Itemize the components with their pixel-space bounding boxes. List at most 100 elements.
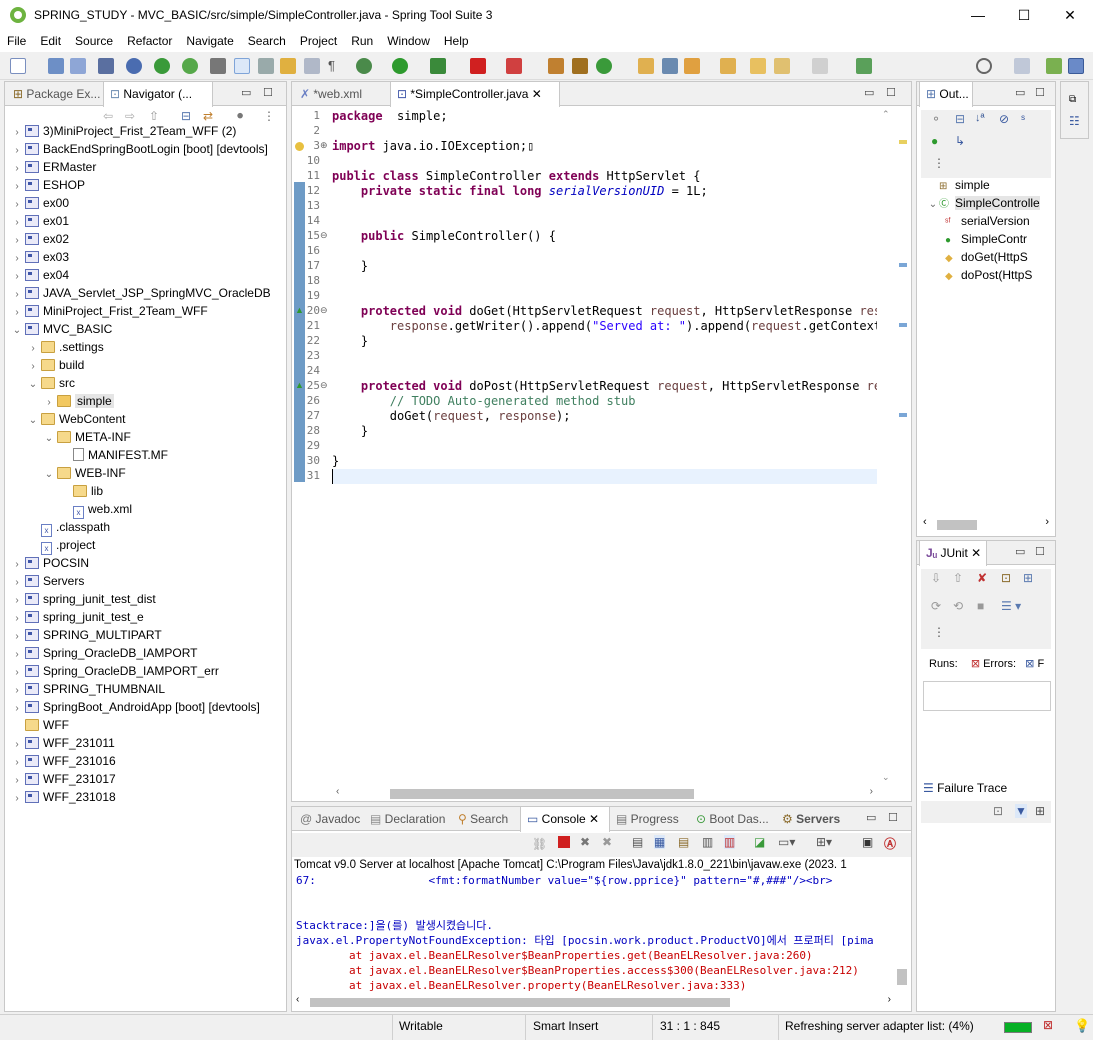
code-line[interactable]: package simple; — [332, 109, 448, 124]
code-line[interactable]: protected void doGet(HttpServletRequest … — [332, 304, 877, 319]
minimize-view-icon[interactable]: ▭ — [241, 86, 251, 99]
last-edit-icon[interactable] — [750, 58, 766, 74]
link-editor-icon[interactable]: ⇄ — [203, 109, 213, 123]
scroll-down-icon[interactable]: ⌄ — [882, 772, 890, 783]
outline-item[interactable]: ◆ doGet(HttpS — [945, 248, 1028, 266]
code-line[interactable]: } — [332, 259, 368, 274]
spring-dashboard-icon[interactable] — [182, 58, 198, 74]
chevron-down-icon[interactable]: ⌄ — [27, 376, 39, 394]
console-vthumb[interactable] — [897, 969, 907, 985]
menu-project[interactable]: Project — [293, 34, 344, 48]
tree-item[interactable]: › SPRING_MULTIPART — [11, 626, 161, 644]
hide-nonpublic-icon[interactable]: ˢ — [1021, 112, 1025, 126]
forward-icon[interactable] — [812, 58, 828, 74]
spring-perspective-icon[interactable] — [1046, 58, 1062, 74]
scroll-thumb[interactable] — [390, 789, 694, 799]
hide-local-types-icon[interactable]: ● — [931, 134, 938, 148]
menu-edit[interactable]: Edit — [33, 34, 68, 48]
nav-up-icon[interactable]: ⇧ — [149, 109, 159, 123]
sort-icon[interactable]: ↓ª — [975, 112, 985, 124]
word-wrap-console-icon[interactable]: ▤ — [678, 835, 689, 849]
fold-expand-icon[interactable]: ⊕ — [320, 140, 328, 151]
word-wrap-icon[interactable] — [304, 58, 320, 74]
fold-collapse-icon[interactable]: ⊖ — [320, 230, 328, 241]
task-list-icon[interactable]: ☷ — [1069, 114, 1080, 128]
hide-static-icon[interactable]: ⊘ — [999, 112, 1009, 126]
scroll-left-icon[interactable]: ‹ — [336, 786, 339, 797]
tree-item[interactable]: › SpringBoot_AndroidApp [boot] [devtools] — [11, 698, 260, 716]
tab-package-explorer[interactable]: ⊞ Package Ex... — [7, 82, 103, 106]
maximize-outline-icon[interactable]: ☐ — [1035, 86, 1045, 99]
tree-item[interactable]: › WFF_231018 — [11, 788, 115, 806]
prev-failure-icon[interactable]: ⇧ — [953, 571, 963, 585]
outline-hscroll[interactable]: ‹ › — [921, 516, 1051, 532]
compare-icon[interactable]: ⊡ — [993, 804, 1003, 818]
chevron-down-icon[interactable]: ⌄ — [43, 430, 55, 448]
java-ee-perspective-icon[interactable] — [1068, 58, 1084, 74]
minimize-editor-icon[interactable]: ▭ — [864, 86, 874, 99]
outline-item[interactable]: ◆ doPost(HttpS — [945, 266, 1032, 284]
chevron-down-icon[interactable]: ⌄ — [11, 322, 23, 340]
collapse-all-icon[interactable]: ⊟ — [181, 109, 191, 123]
save-icon[interactable] — [48, 58, 64, 74]
tree-item[interactable]: x .classpath — [27, 518, 110, 537]
overview-warning-mark[interactable] — [899, 140, 907, 144]
tree-item[interactable]: › Spring_OracleDB_IAMPORT — [11, 644, 197, 662]
console-hscroll[interactable]: ‹ › — [294, 994, 893, 1009]
console-scroll-right-icon[interactable]: › — [888, 994, 891, 1005]
open-console-icon[interactable]: ⊞▾ — [816, 835, 832, 849]
tree-item[interactable]: ⌄ META-INF — [43, 428, 131, 446]
tab-web-xml[interactable]: ✗ *web.xml — [294, 82, 390, 106]
chevron-down-icon[interactable]: ⌄ — [43, 466, 55, 484]
back-icon[interactable] — [774, 58, 790, 74]
tree-item[interactable]: › 3)MiniProject_Frist_2Team_WFF (2) — [11, 122, 236, 140]
tab-declaration[interactable]: ▤ Declaration — [364, 807, 452, 831]
tree-item[interactable]: › WFF_231017 — [11, 770, 115, 788]
chevron-down-icon[interactable]: ⌄ — [27, 412, 39, 430]
outline-item[interactable]: ● SimpleContr — [945, 230, 1027, 248]
overview-mark[interactable] — [899, 263, 907, 267]
junit-menu-icon[interactable]: ⋮ — [933, 625, 945, 639]
outline-item[interactable]: ⊞ simple — [927, 176, 990, 194]
next-failure-icon[interactable]: ⇩ — [931, 571, 941, 585]
fold-collapse-icon[interactable]: ⊖ — [320, 380, 328, 391]
tree-item[interactable]: › ESHOP — [11, 176, 85, 194]
scroll-lock-icon[interactable]: ⊡ — [1001, 571, 1011, 585]
display-console-icon[interactable]: ▭▾ — [778, 835, 795, 849]
overview-mark[interactable] — [899, 413, 907, 417]
copy-trace-icon[interactable]: ⊞ — [1035, 804, 1045, 818]
outline-item[interactable]: ˢᶠ serialVersion — [945, 212, 1030, 230]
tree-item[interactable]: lib — [59, 482, 103, 500]
remove-launch-icon[interactable]: ✖ — [580, 835, 590, 849]
rerun-failed-icon[interactable]: ⟲ — [953, 599, 963, 613]
history-dropdown-icon[interactable]: ☰ ▾ — [1001, 599, 1021, 613]
run-last-icon[interactable] — [430, 58, 446, 74]
code-line[interactable]: // TODO Auto-generated method stub — [332, 394, 636, 409]
overview-mark[interactable] — [899, 323, 907, 327]
stop-test-icon[interactable]: ■ — [977, 599, 984, 613]
outline-scroll-left-icon[interactable]: ‹ — [923, 516, 927, 528]
collapse-outline-icon[interactable]: ⊟ — [955, 112, 965, 126]
tab-junit[interactable]: Jᵤ JUnit ✕ — [919, 541, 987, 566]
warning-icon[interactable] — [295, 142, 304, 151]
test-history-icon[interactable]: ⊞ — [1023, 571, 1033, 585]
code-line[interactable]: public SimpleController() { — [332, 229, 556, 244]
menu-source[interactable]: Source — [68, 34, 120, 48]
override-icon[interactable]: ▲ — [295, 305, 304, 315]
console-output[interactable]: 67: <fmt:formatNumber value="${row.ppric… — [292, 873, 893, 993]
junit-close-icon[interactable]: ✕ — [971, 546, 981, 560]
code-line[interactable]: public class SimpleController extends Ht… — [332, 169, 700, 184]
nav-back-icon[interactable]: ⇦ — [103, 109, 113, 123]
console-scroll-left-icon[interactable]: ‹ — [296, 994, 299, 1005]
tree-item[interactable]: › ex02 — [11, 230, 69, 248]
tree-item[interactable]: › JAVA_Servlet_JSP_SpringMVC_OracleDB — [11, 284, 270, 302]
new-package-icon[interactable] — [572, 58, 588, 74]
tree-item[interactable]: ⌄ MVC_BASIC — [11, 320, 113, 340]
filter-trace-icon[interactable]: ▼ — [1015, 804, 1027, 818]
tree-item[interactable]: › Servers — [11, 572, 84, 590]
tree-item[interactable]: › spring_junit_test_e — [11, 608, 143, 626]
console-close-icon[interactable]: ✕ — [589, 812, 599, 826]
maximize-button[interactable]: ☐ — [1001, 0, 1047, 30]
code-line[interactable]: } — [332, 334, 368, 349]
skip-breakpoints-icon[interactable] — [126, 58, 142, 74]
